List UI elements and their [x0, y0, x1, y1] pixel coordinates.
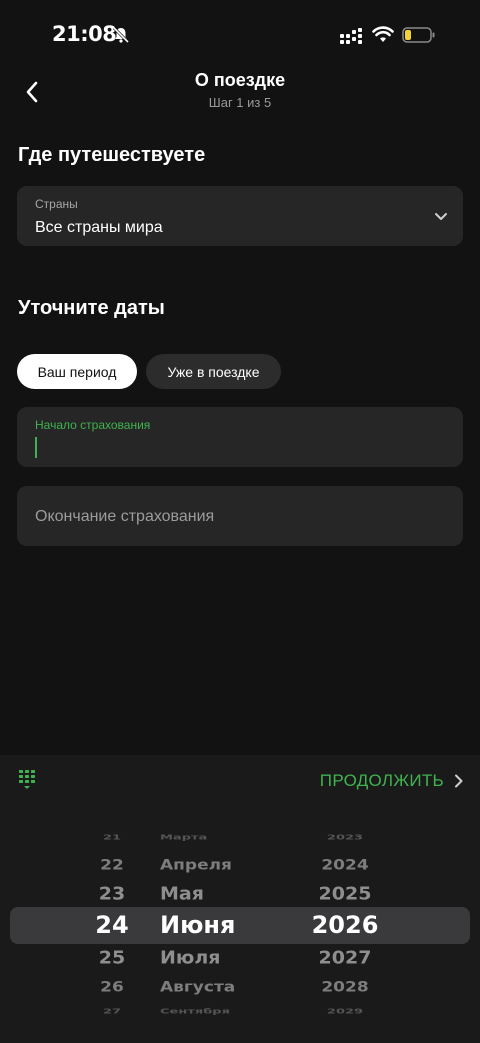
chevron-down-icon: [435, 213, 447, 220]
month-option[interactable]: Апреля: [160, 858, 280, 872]
text-caret: [35, 437, 37, 458]
year-option-selected[interactable]: 2026: [300, 913, 390, 937]
country-select[interactable]: Страны Все страны мира: [17, 186, 463, 246]
status-time: 21:08: [52, 22, 117, 46]
wifi-icon: [372, 26, 394, 42]
day-option[interactable]: 23: [80, 885, 144, 903]
cellular-signal-icon: [340, 28, 362, 44]
step-indicator: Шаг 1 из 5: [208, 95, 272, 110]
day-option[interactable]: 27: [80, 1008, 144, 1015]
end-date-placeholder: Окончание страхования: [35, 508, 215, 525]
tab-your-period[interactable]: Ваш период: [17, 354, 137, 389]
page-title: О поездке: [194, 70, 286, 90]
day-wheel[interactable]: 21 22 23 24 25 26 27: [80, 807, 144, 1043]
continue-label: ПРОДОЛЖИТЬ: [319, 771, 444, 790]
day-option[interactable]: 26: [80, 980, 144, 994]
month-option[interactable]: Марта: [160, 834, 280, 841]
year-option[interactable]: 2024: [300, 858, 390, 872]
month-wheel[interactable]: Марта Апреля Мая Июня Июля Августа Сентя…: [160, 807, 280, 1043]
status-bar: 21:08: [0, 0, 480, 72]
year-option[interactable]: 2029: [300, 1008, 390, 1015]
bell-muted-icon: [112, 26, 130, 44]
day-option-selected[interactable]: 24: [80, 913, 144, 937]
year-option[interactable]: 2027: [300, 949, 390, 967]
header: О поездке Шаг 1 из 5: [0, 68, 480, 118]
country-value: Все страны мира: [35, 219, 163, 236]
dates-section-title: Уточните даты: [18, 297, 165, 319]
day-option[interactable]: 22: [80, 858, 144, 872]
start-date-field[interactable]: Начало страхования: [17, 407, 463, 467]
picker-toolbar: ПРОДОЛЖИТЬ: [0, 755, 480, 807]
month-option[interactable]: Августа: [160, 980, 280, 994]
keypad-icon[interactable]: [18, 769, 40, 791]
date-picker-sheet: ПРОДОЛЖИТЬ 21 22 23 24 25 26 27 Марта Ап…: [0, 755, 480, 1043]
country-label: Страны: [35, 197, 78, 211]
year-option[interactable]: 2023: [300, 834, 390, 841]
year-option[interactable]: 2028: [300, 980, 390, 994]
year-wheel[interactable]: 2023 2024 2025 2026 2027 2028 2029: [300, 807, 390, 1043]
date-wheel-picker[interactable]: 21 22 23 24 25 26 27 Марта Апреля Мая Ию…: [0, 807, 480, 1043]
continue-button[interactable]: ПРОДОЛЖИТЬ: [320, 770, 464, 792]
battery-icon: [402, 27, 435, 43]
day-option[interactable]: 21: [80, 834, 144, 841]
month-option[interactable]: Мая: [160, 885, 280, 903]
month-option-selected[interactable]: Июня: [160, 913, 280, 937]
end-date-field[interactable]: Окончание страхования: [17, 486, 463, 546]
tab-already-traveling[interactable]: Уже в поездке: [146, 354, 281, 389]
month-option[interactable]: Сентября: [160, 1008, 280, 1015]
chevron-right-icon: [455, 774, 463, 788]
year-option[interactable]: 2025: [300, 885, 390, 903]
destination-section-title: Где путешествуете: [18, 144, 206, 166]
day-option[interactable]: 25: [80, 949, 144, 967]
start-date-label: Начало страхования: [35, 418, 151, 432]
month-option[interactable]: Июля: [160, 949, 280, 967]
